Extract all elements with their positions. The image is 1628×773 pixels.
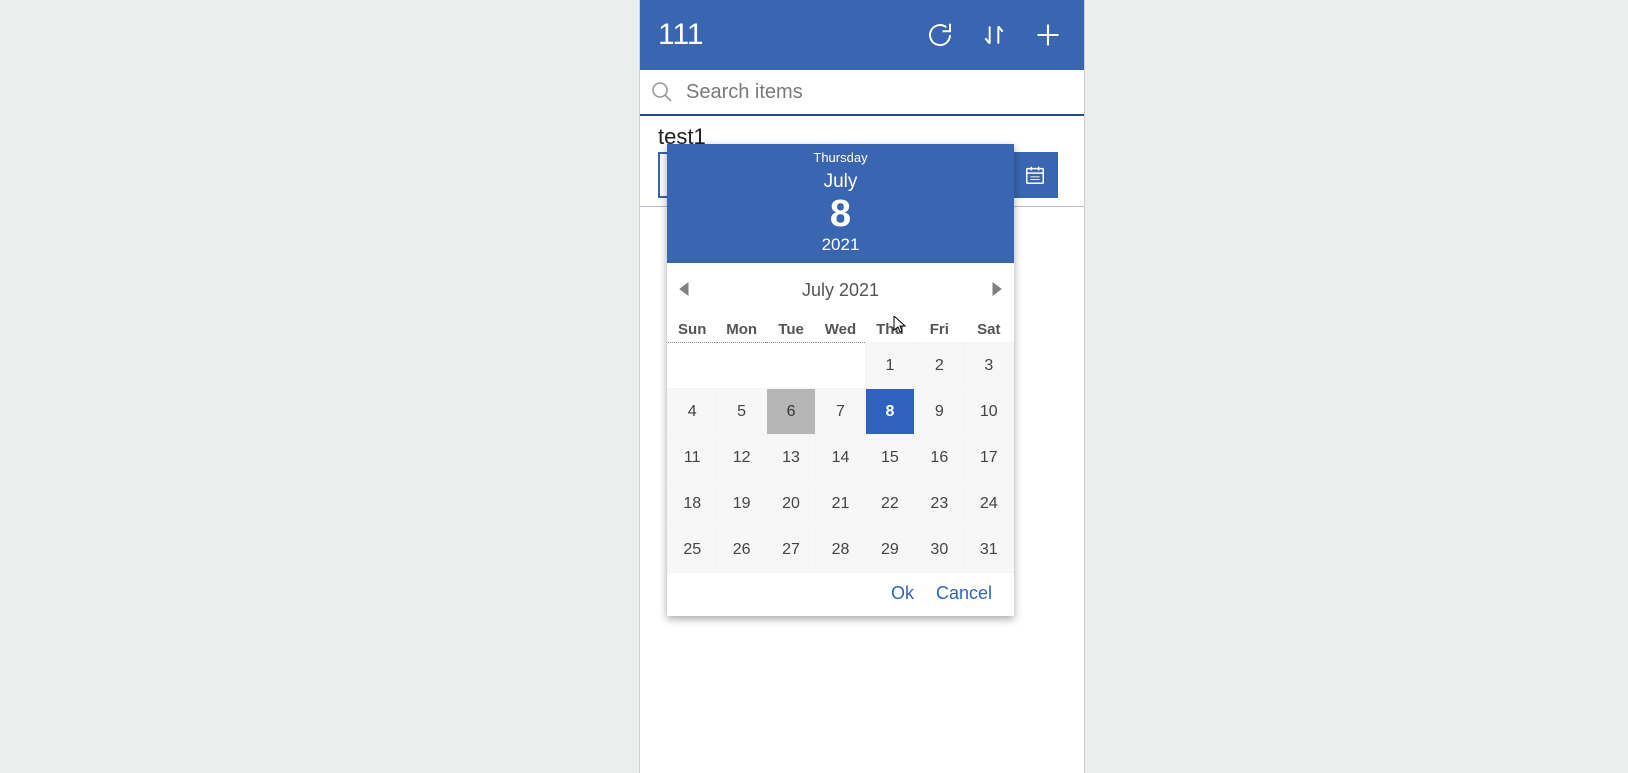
calendar-day[interactable]: 5 (717, 389, 766, 435)
calendar-day[interactable]: 29 (865, 527, 914, 573)
search-bar (640, 70, 1084, 116)
calendar-day[interactable]: 18 (668, 481, 717, 527)
calendar-empty-cell (816, 343, 865, 389)
calendar-day[interactable]: 15 (865, 435, 914, 481)
app-topbar: 111 (640, 0, 1084, 70)
chevron-right-icon (990, 282, 1002, 296)
calendar-day[interactable]: 21 (816, 481, 865, 527)
calendar-icon (1024, 164, 1046, 186)
refresh-button[interactable] (916, 11, 964, 59)
refresh-icon (925, 20, 955, 50)
calendar-day[interactable]: 8 (865, 389, 914, 435)
calendar-day[interactable]: 23 (915, 481, 964, 527)
calendar-weekday-row: SunMonTueWedThuFriSat (668, 317, 1014, 343)
picker-month[interactable]: July (671, 171, 1010, 193)
calendar-day[interactable]: 20 (766, 481, 815, 527)
calendar-weekday: Fri (915, 317, 964, 343)
prev-month-button[interactable] (679, 280, 691, 301)
calendar-day[interactable]: 27 (766, 527, 815, 573)
app-frame: 111 test1 Thu (639, 0, 1085, 773)
calendar-day[interactable]: 12 (717, 435, 766, 481)
calendar-day[interactable]: 2 (915, 343, 964, 389)
calendar-empty-cell (717, 343, 766, 389)
chevron-left-icon (679, 282, 691, 296)
calendar-day[interactable]: 11 (668, 435, 717, 481)
calendar-day[interactable]: 19 (717, 481, 766, 527)
plus-icon (1034, 21, 1062, 49)
calendar-day[interactable]: 7 (816, 389, 865, 435)
calendar-day[interactable]: 9 (915, 389, 964, 435)
next-month-button[interactable] (990, 280, 1002, 301)
calendar-day[interactable]: 28 (816, 527, 865, 573)
date-picker: Thursday July 8 2021 July 2021 SunMonTue… (667, 144, 1014, 616)
date-picker-actions: Ok Cancel (667, 573, 1014, 616)
calendar-day[interactable]: 30 (915, 527, 964, 573)
calendar-day[interactable]: 24 (964, 481, 1013, 527)
calendar-day[interactable]: 6 (766, 389, 815, 435)
calendar-day[interactable]: 4 (668, 389, 717, 435)
picker-year[interactable]: 2021 (671, 235, 1010, 255)
sort-icon (981, 20, 1007, 50)
calendar-day[interactable]: 13 (766, 435, 815, 481)
calendar-day[interactable]: 31 (964, 527, 1013, 573)
calendar-day[interactable]: 1 (865, 343, 914, 389)
search-input[interactable] (686, 81, 1074, 104)
calendar-day[interactable]: 14 (816, 435, 865, 481)
calendar-empty-cell (766, 343, 815, 389)
calendar-weekday: Sat (964, 317, 1013, 343)
date-picker-header: Thursday July 8 2021 (667, 144, 1014, 263)
calendar-weekday: Sun (668, 317, 717, 343)
date-picker-nav: July 2021 (667, 263, 1014, 317)
calendar-day[interactable]: 22 (865, 481, 914, 527)
sort-button[interactable] (970, 11, 1018, 59)
calendar-day[interactable]: 25 (668, 527, 717, 573)
open-calendar-button[interactable] (1014, 152, 1058, 198)
calendar-day[interactable]: 10 (964, 389, 1013, 435)
calendar-day[interactable]: 17 (964, 435, 1013, 481)
page-title: 111 (658, 18, 704, 52)
calendar-day[interactable]: 26 (717, 527, 766, 573)
calendar-grid: SunMonTueWedThuFriSat 123456789101112131… (667, 317, 1014, 573)
picker-day[interactable]: 8 (671, 195, 1010, 233)
calendar-day[interactable]: 16 (915, 435, 964, 481)
calendar-empty-cell (668, 343, 717, 389)
search-icon (650, 80, 674, 104)
cancel-button[interactable]: Cancel (936, 583, 992, 604)
calendar-weekday: Tue (766, 317, 815, 343)
picker-weekday: Thursday (671, 150, 1010, 165)
ok-button[interactable]: Ok (891, 583, 914, 604)
calendar-weekday: Mon (717, 317, 766, 343)
nav-month-year[interactable]: July 2021 (802, 280, 879, 301)
calendar-weekday: Thu (865, 317, 914, 343)
add-button[interactable] (1024, 11, 1072, 59)
calendar-day[interactable]: 3 (964, 343, 1013, 389)
calendar-weekday: Wed (816, 317, 865, 343)
